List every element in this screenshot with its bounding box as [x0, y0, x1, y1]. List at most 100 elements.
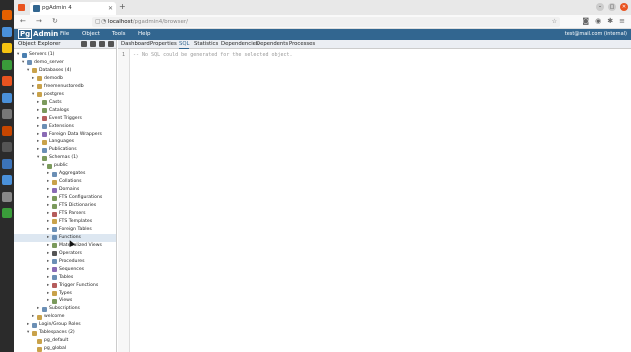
- trash-icon[interactable]: [2, 208, 12, 218]
- page-info-icon[interactable]: ▢: [95, 17, 101, 27]
- close-window-button[interactable]: ✕: [620, 3, 628, 11]
- tree-node[interactable]: ▸ Extensions: [14, 123, 116, 131]
- tab-properties[interactable]: Properties: [150, 40, 177, 49]
- tree-node[interactable]: ▸ Types: [14, 290, 116, 298]
- chevron-right-icon[interactable]: ▸: [37, 123, 41, 131]
- chevron-right-icon[interactable]: ▸: [47, 194, 51, 202]
- chevron-right-icon[interactable]: ▸: [37, 107, 41, 115]
- tree-node[interactable]: ▸ Foreign Data Wrappers: [14, 131, 116, 139]
- tree-node[interactable]: ▸ FTS Dictionaries: [14, 202, 116, 210]
- pocket-icon[interactable]: ◙: [582, 17, 589, 25]
- chevron-right-icon[interactable]: ▸: [47, 250, 51, 258]
- tree-node[interactable]: ▸ Operators: [14, 250, 116, 258]
- close-tab-icon[interactable]: ✕: [108, 2, 113, 15]
- tree-node[interactable]: ▸ Subscriptions: [14, 305, 116, 313]
- chevron-right-icon[interactable]: ▸: [37, 146, 41, 154]
- maximize-button[interactable]: □: [608, 3, 616, 11]
- view-data-icon[interactable]: [90, 41, 96, 47]
- tree-node[interactable]: ▸ Procedures: [14, 258, 116, 266]
- chevron-right-icon[interactable]: ▸: [47, 242, 51, 250]
- query-tool-icon[interactable]: [81, 41, 87, 47]
- chevron-right-icon[interactable]: ▸: [47, 258, 51, 266]
- chevron-right-icon[interactable]: ▸: [47, 290, 51, 298]
- tree-node[interactable]: ▸ FTS Parsers: [14, 210, 116, 218]
- chevron-right-icon[interactable]: ▸: [47, 186, 51, 194]
- tree-node[interactable]: ▸ FTS Configurations: [14, 194, 116, 202]
- tree-node[interactable]: ▾ public: [14, 162, 116, 170]
- software-icon[interactable]: [2, 76, 12, 86]
- tree-node[interactable]: ▾ Databases (4): [14, 67, 116, 75]
- tree-node[interactable]: ▸ Sequences: [14, 266, 116, 274]
- chevron-down-icon[interactable]: ▾: [27, 67, 31, 75]
- bookmark-star-icon[interactable]: ☆: [552, 17, 557, 27]
- tab-sql[interactable]: SQL: [179, 40, 190, 49]
- app-icon[interactable]: [2, 175, 12, 185]
- forward-icon[interactable]: →: [36, 17, 42, 25]
- tree-node[interactable]: ▸ freemenustoredb: [14, 83, 116, 91]
- app-icon[interactable]: [2, 142, 12, 152]
- back-icon[interactable]: ←: [20, 17, 26, 25]
- chevron-down-icon[interactable]: ▾: [32, 91, 36, 99]
- tree-node[interactable]: ▾ postgres: [14, 91, 116, 99]
- chevron-right-icon[interactable]: ▸: [37, 305, 41, 313]
- tree-node[interactable]: ▸ Catalogs: [14, 107, 116, 115]
- tree-node[interactable]: ▸ Trigger Functions: [14, 282, 116, 290]
- chevron-down-icon[interactable]: ▾: [17, 51, 21, 59]
- tree-node[interactable]: pg_global: [14, 345, 116, 352]
- tab-dashboard[interactable]: Dashboard: [121, 40, 150, 49]
- chevron-right-icon[interactable]: ▸: [47, 170, 51, 178]
- chevron-right-icon[interactable]: ▸: [47, 202, 51, 210]
- chevron-down-icon[interactable]: ▾: [27, 329, 31, 337]
- tab-processes[interactable]: Processes: [289, 40, 315, 49]
- help-icon[interactable]: [2, 92, 12, 103]
- chevron-right-icon[interactable]: ▸: [47, 234, 51, 242]
- user-menu[interactable]: test@mail.com (internal): [565, 31, 627, 37]
- sql-editor[interactable]: 1 -- No SQL could be generated for the s…: [118, 49, 631, 352]
- chevron-right-icon[interactable]: ▸: [47, 178, 51, 186]
- tab-dependents[interactable]: Dependents: [256, 40, 288, 49]
- chevron-right-icon[interactable]: ▸: [47, 226, 51, 234]
- terminal-icon[interactable]: [2, 109, 12, 119]
- firefox-view-icon[interactable]: [18, 4, 25, 11]
- chevron-down-icon[interactable]: ▾: [37, 154, 41, 162]
- tree-node[interactable]: ▸ Languages: [14, 138, 116, 146]
- new-tab-button[interactable]: +: [119, 2, 126, 11]
- tree-node[interactable]: pg_default: [14, 337, 116, 345]
- chevron-right-icon[interactable]: ▸: [37, 131, 41, 139]
- extensions-icon[interactable]: ✱: [607, 17, 613, 25]
- tree-node[interactable]: ▸ Materialized Views: [14, 242, 116, 250]
- tree-node[interactable]: ▸ demodb: [14, 75, 116, 83]
- chevron-right-icon[interactable]: ▸: [47, 210, 51, 218]
- tree-node[interactable]: ▸ Publications: [14, 146, 116, 154]
- tree-node[interactable]: ▸ Aggregates: [14, 170, 116, 178]
- filter-icon[interactable]: [99, 41, 105, 47]
- files-icon[interactable]: [2, 26, 12, 37]
- rhythmbox-icon[interactable]: [2, 43, 12, 53]
- tree-node[interactable]: ▸ Collations: [14, 178, 116, 186]
- tree-node[interactable]: ▸ Functions: [14, 233, 116, 242]
- tree-node[interactable]: ▸ Domains: [14, 186, 116, 194]
- chevron-right-icon[interactable]: ▸: [47, 218, 51, 226]
- chevron-right-icon[interactable]: ▸: [47, 282, 51, 290]
- url-bar[interactable]: ▢ ◔ localhost/pgadmin4/browser/ ☆: [92, 17, 560, 27]
- chevron-right-icon[interactable]: ▸: [27, 321, 31, 329]
- editor-icon[interactable]: [2, 158, 12, 169]
- tree-node[interactable]: ▾ demo_server: [14, 59, 116, 67]
- tab-dependencies[interactable]: Dependencies: [221, 40, 259, 49]
- libreoffice-icon[interactable]: [2, 59, 12, 70]
- tree-node[interactable]: ▸ Foreign Tables: [14, 226, 116, 234]
- tree-node[interactable]: ▸ Views: [14, 297, 116, 305]
- tree-node[interactable]: ▾ Servers (1): [14, 51, 116, 59]
- tree-node[interactable]: ▸ FTS Templates: [14, 218, 116, 226]
- app-icon[interactable]: [2, 191, 12, 202]
- menu-file[interactable]: File: [60, 31, 69, 37]
- chevron-right-icon[interactable]: ▸: [47, 266, 51, 274]
- firefox-icon[interactable]: [2, 10, 12, 20]
- app-icon[interactable]: [2, 125, 12, 136]
- reload-icon[interactable]: ↻: [52, 17, 58, 25]
- chevron-right-icon[interactable]: ▸: [32, 313, 36, 321]
- chevron-right-icon[interactable]: ▸: [37, 138, 41, 146]
- chevron-right-icon[interactable]: ▸: [32, 83, 36, 91]
- menu-help[interactable]: Help: [138, 31, 151, 37]
- tree-node[interactable]: ▸ Casts: [14, 99, 116, 107]
